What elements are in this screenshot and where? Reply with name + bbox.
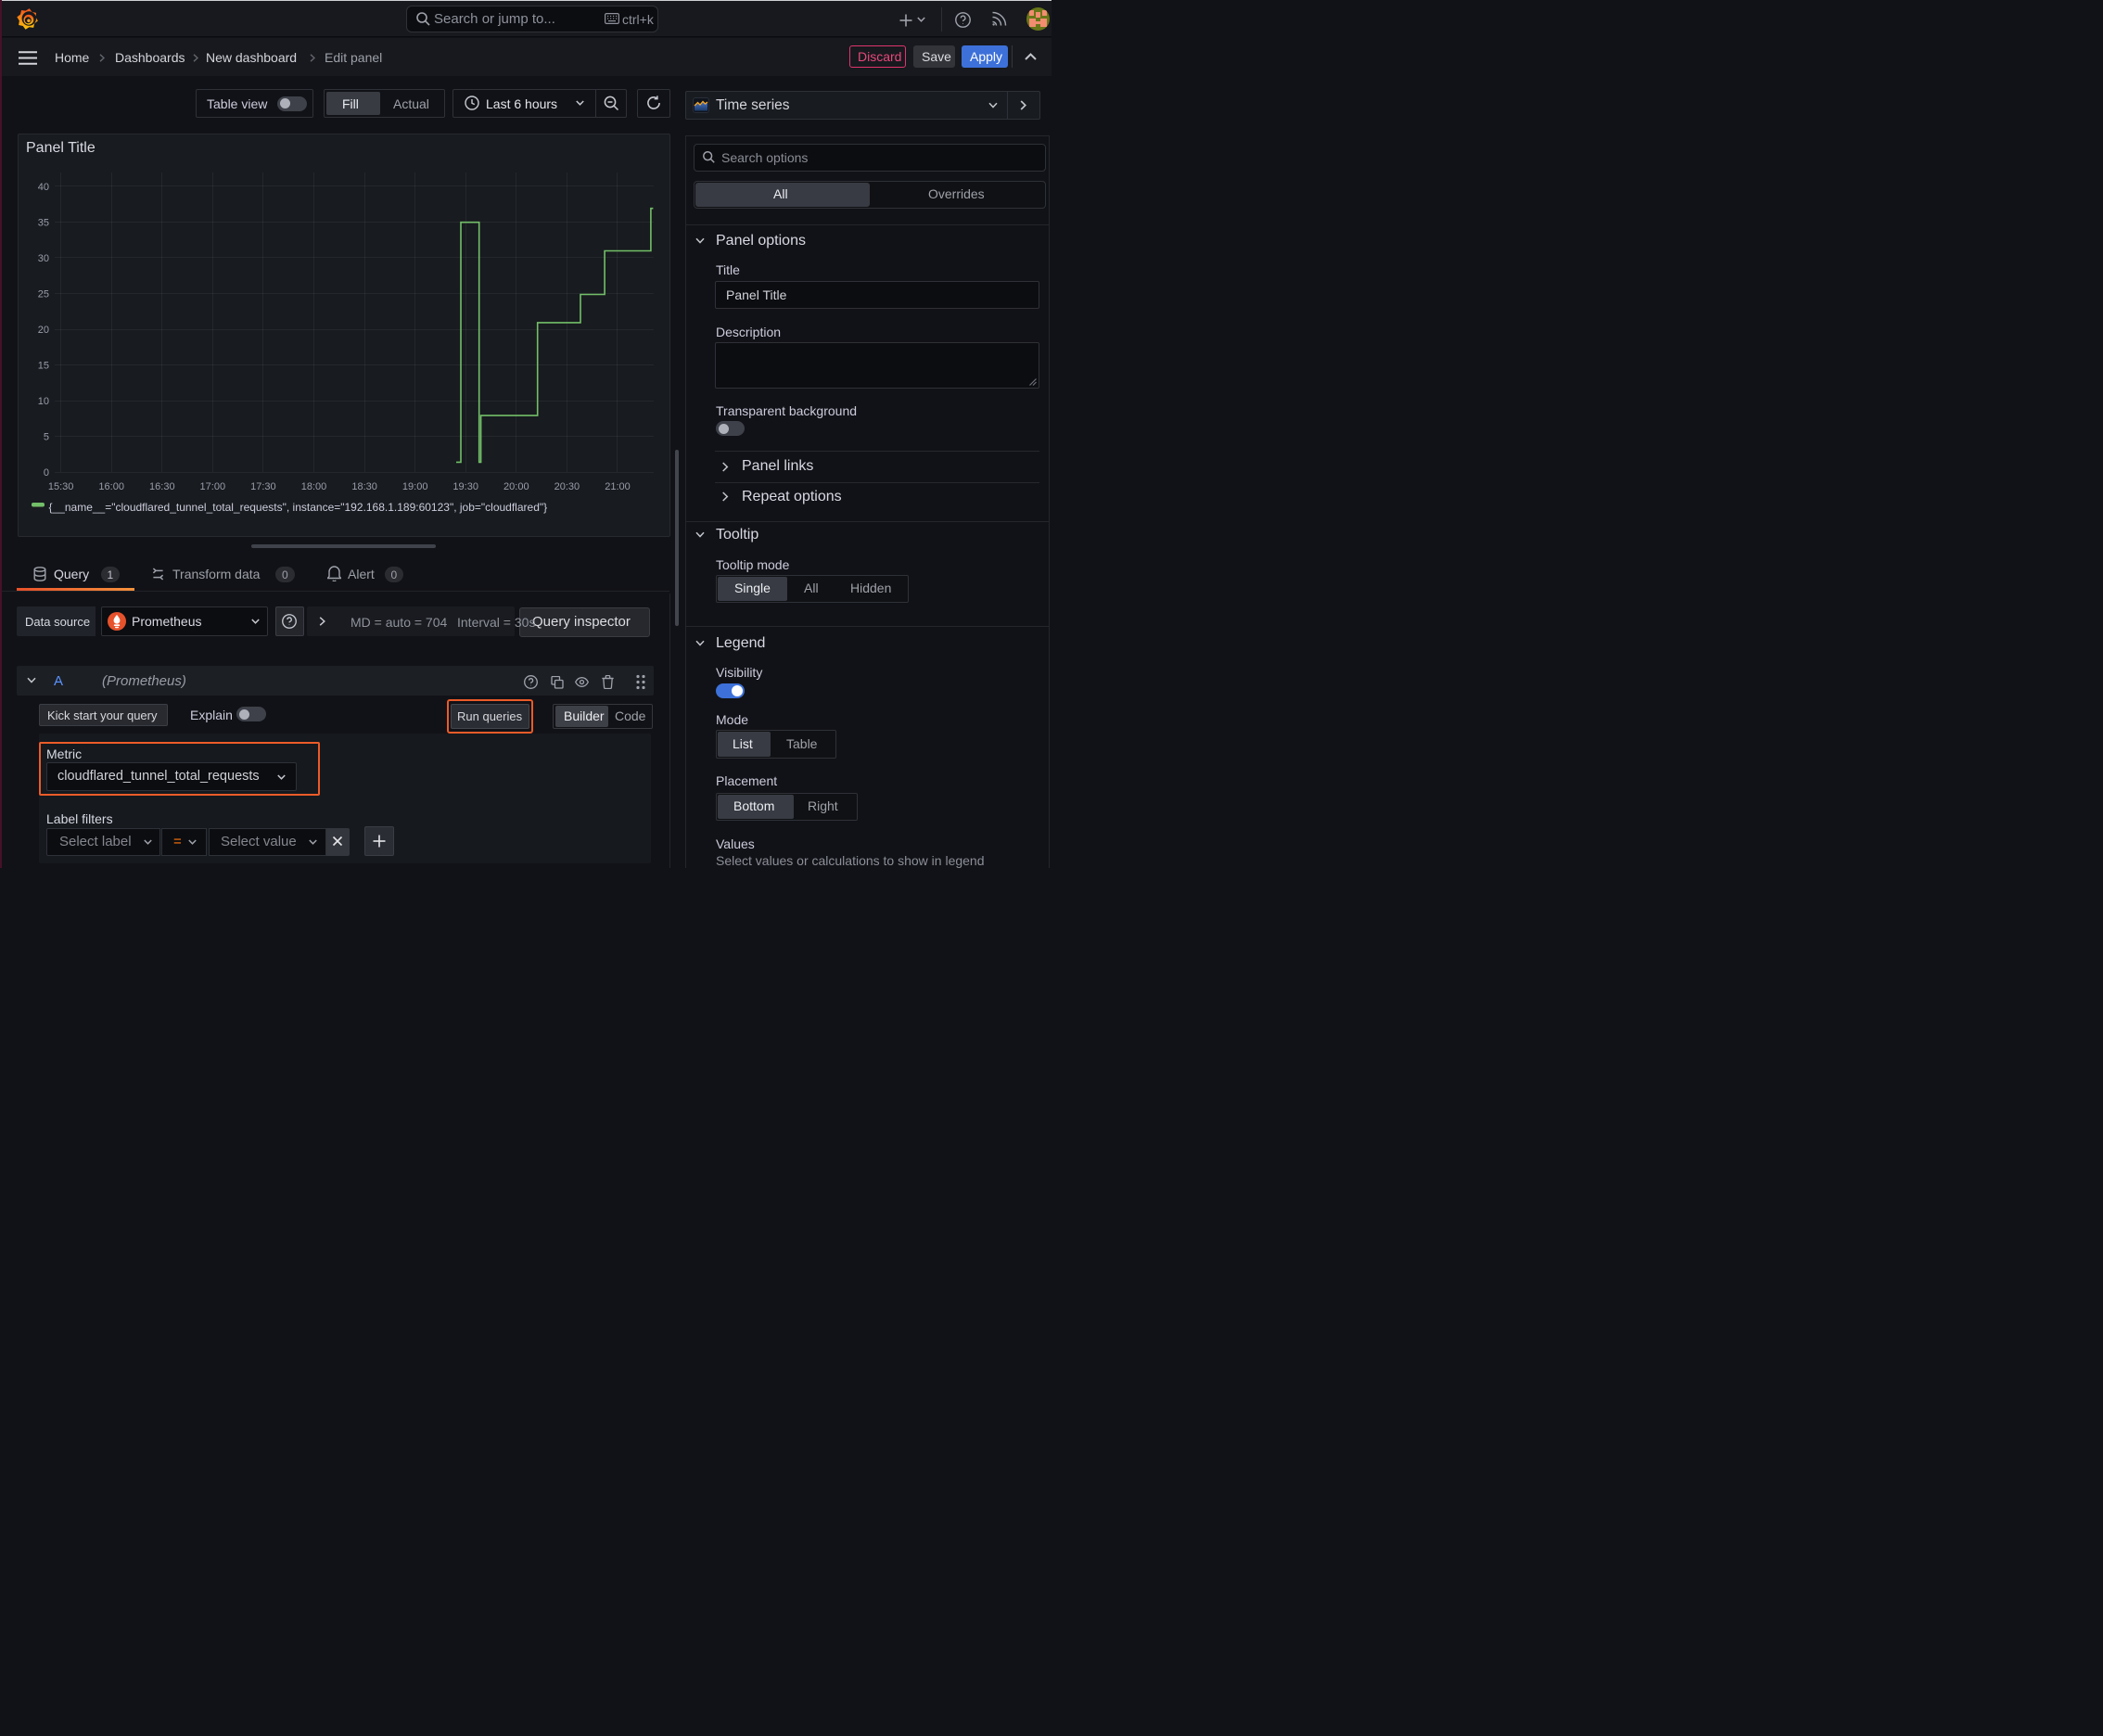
- svg-text:20:30: 20:30: [554, 481, 580, 492]
- svg-text:15: 15: [38, 361, 49, 372]
- svg-text:19:00: 19:00: [402, 481, 428, 492]
- svg-text:19:30: 19:30: [452, 481, 478, 492]
- svg-text:25: 25: [38, 289, 49, 300]
- svg-text:18:00: 18:00: [301, 481, 327, 492]
- svg-text:17:00: 17:00: [200, 481, 226, 492]
- svg-text:16:30: 16:30: [149, 481, 175, 492]
- svg-text:40: 40: [38, 182, 49, 193]
- svg-text:15:30: 15:30: [48, 481, 74, 492]
- svg-text:17:30: 17:30: [250, 481, 276, 492]
- svg-text:{__name__="cloudflared_tunnel_: {__name__="cloudflared_tunnel_total_requ…: [49, 501, 548, 514]
- svg-text:35: 35: [38, 218, 49, 229]
- svg-text:21:00: 21:00: [605, 481, 631, 492]
- svg-text:16:00: 16:00: [98, 481, 124, 492]
- svg-text:18:30: 18:30: [351, 481, 377, 492]
- svg-text:20:00: 20:00: [503, 481, 529, 492]
- svg-text:30: 30: [38, 253, 49, 264]
- svg-text:20: 20: [38, 325, 49, 336]
- svg-text:5: 5: [44, 432, 49, 443]
- svg-text:0: 0: [44, 467, 49, 479]
- svg-text:10: 10: [38, 396, 49, 407]
